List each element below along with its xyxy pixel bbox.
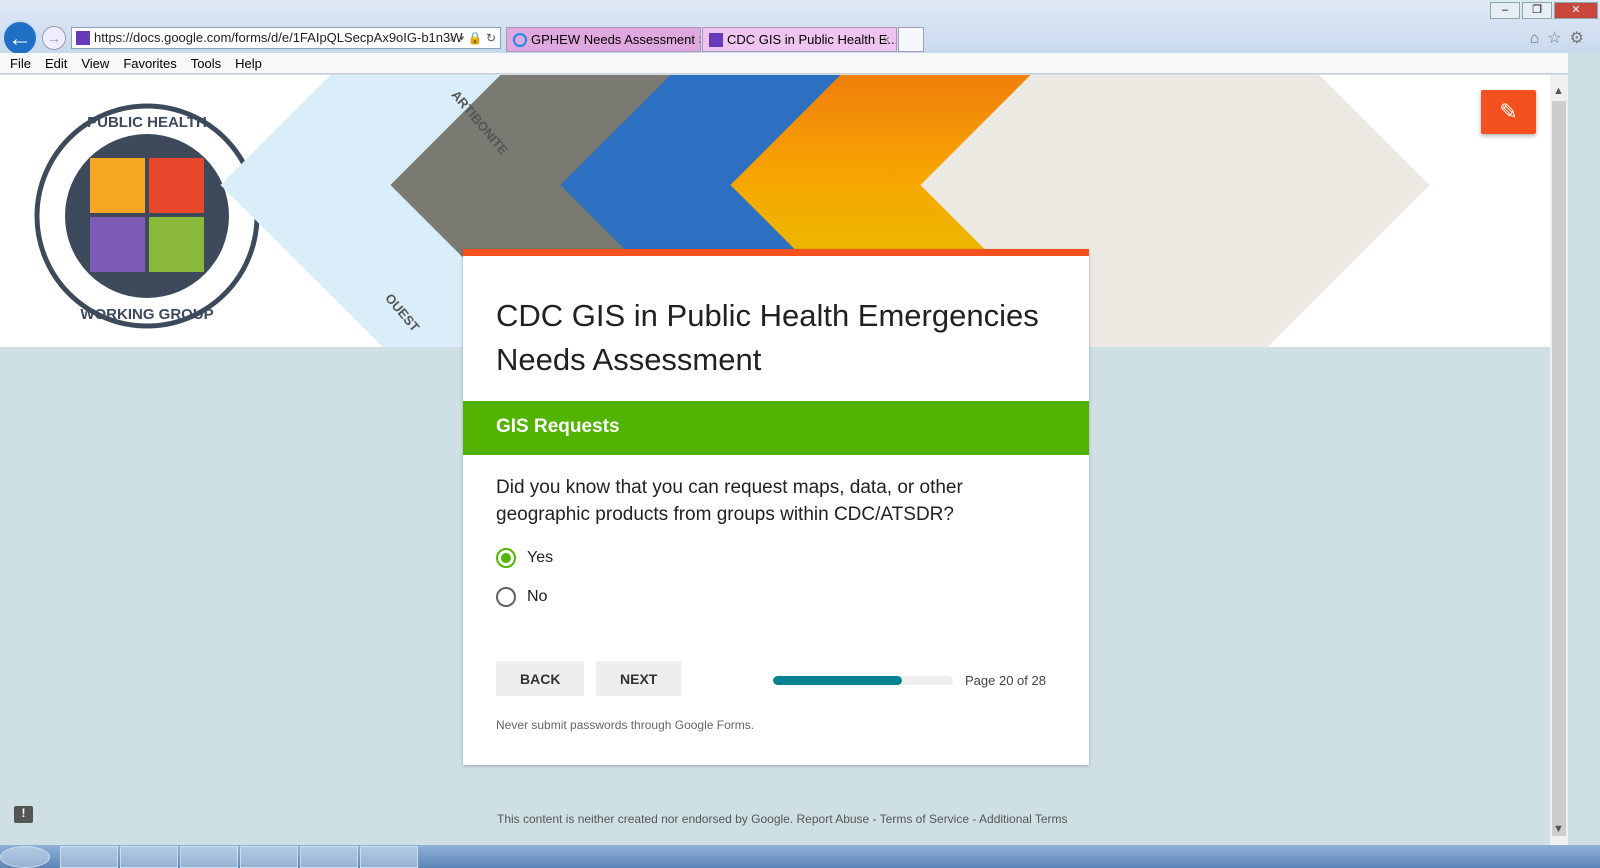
password-warning: Never submit passwords through Google Fo…	[496, 718, 755, 732]
radio-no[interactable]	[496, 587, 516, 607]
scroll-up-icon[interactable]: ▲	[1553, 85, 1564, 97]
taskbar	[0, 845, 1600, 868]
home-star-gear-icons[interactable]: ⌂☆⚙	[1530, 28, 1592, 48]
restore-button[interactable]: ❐	[1522, 2, 1552, 19]
browser-chrome: – ❐ ✕ ← → https://docs.google.com/forms/d/…	[0, 0, 1600, 56]
radio-yes[interactable]	[496, 548, 516, 568]
svg-text:PUBLIC HEALTH: PUBLIC HEALTH	[87, 114, 207, 131]
option-no[interactable]: No	[496, 587, 547, 607]
start-button[interactable]	[0, 846, 50, 868]
taskbar-item[interactable]	[240, 846, 298, 868]
tab-close-icon[interactable]: ×	[882, 28, 890, 51]
gphew-logo: PUBLIC HEALTH WORKING GROUP	[34, 103, 260, 329]
scroll-down-icon[interactable]: ▼	[1553, 823, 1564, 835]
back-arrow-icon[interactable]: ←	[2, 20, 38, 56]
vertical-scrollbar[interactable]: ▲ ▼	[1550, 75, 1568, 845]
menu-tools[interactable]: Tools	[191, 56, 221, 71]
section-header: GIS Requests	[463, 401, 1089, 455]
ie-icon	[513, 33, 527, 47]
search-lock-refresh-icons[interactable]: ⌕ ▾ 🔒 ↻	[449, 28, 496, 48]
menu-favorites[interactable]: Favorites	[123, 56, 176, 71]
new-tab-button[interactable]	[898, 27, 924, 52]
question-text: Did you know that you can request maps, …	[496, 477, 963, 525]
minimize-button[interactable]: –	[1490, 2, 1520, 19]
option-yes[interactable]: Yes	[496, 548, 553, 568]
form-card: CDC GIS in Public Health Emergencies Nee…	[463, 249, 1089, 765]
taskbar-item[interactable]	[300, 846, 358, 868]
progress-fill	[773, 676, 902, 685]
forms-favicon-icon	[76, 31, 90, 45]
progress-bar	[773, 676, 953, 685]
menu-file[interactable]: File	[10, 56, 31, 71]
scroll-thumb[interactable]	[1552, 101, 1566, 836]
tab-cdc-gis[interactable]: CDC GIS in Public Health E... ×	[702, 27, 897, 52]
taskbar-item[interactable]	[120, 846, 178, 868]
forms-icon	[709, 33, 723, 47]
svg-text:WORKING GROUP: WORKING GROUP	[80, 306, 213, 323]
address-bar[interactable]: https://docs.google.com/forms/d/e/1FAIpQ…	[71, 27, 501, 49]
tab-gphew[interactable]: GPHEW Needs Assessment Su...	[506, 27, 701, 52]
footer-text: This content is neither created nor endo…	[497, 812, 1068, 826]
menu-edit[interactable]: Edit	[45, 56, 67, 71]
taskbar-item[interactable]	[60, 846, 118, 868]
form-title: CDC GIS in Public Health Emergencies Nee…	[496, 298, 1039, 377]
feedback-icon[interactable]: !	[14, 806, 33, 823]
menu-bar: File Edit View Favorites Tools Help	[0, 53, 1568, 74]
back-button[interactable]: BACK	[496, 661, 585, 696]
edit-pencil-button[interactable]: ✎	[1481, 90, 1536, 134]
taskbar-item[interactable]	[180, 846, 238, 868]
page-indicator: Page 20 of 28	[965, 673, 1046, 688]
menu-view[interactable]: View	[81, 56, 109, 71]
window-controls: – ❐ ✕	[1490, 2, 1598, 19]
taskbar-item[interactable]	[360, 846, 418, 868]
forward-arrow-icon[interactable]: →	[42, 26, 66, 50]
menu-help[interactable]: Help	[235, 56, 262, 71]
next-button[interactable]: NEXT	[596, 661, 682, 696]
close-window-button[interactable]: ✕	[1554, 2, 1598, 19]
